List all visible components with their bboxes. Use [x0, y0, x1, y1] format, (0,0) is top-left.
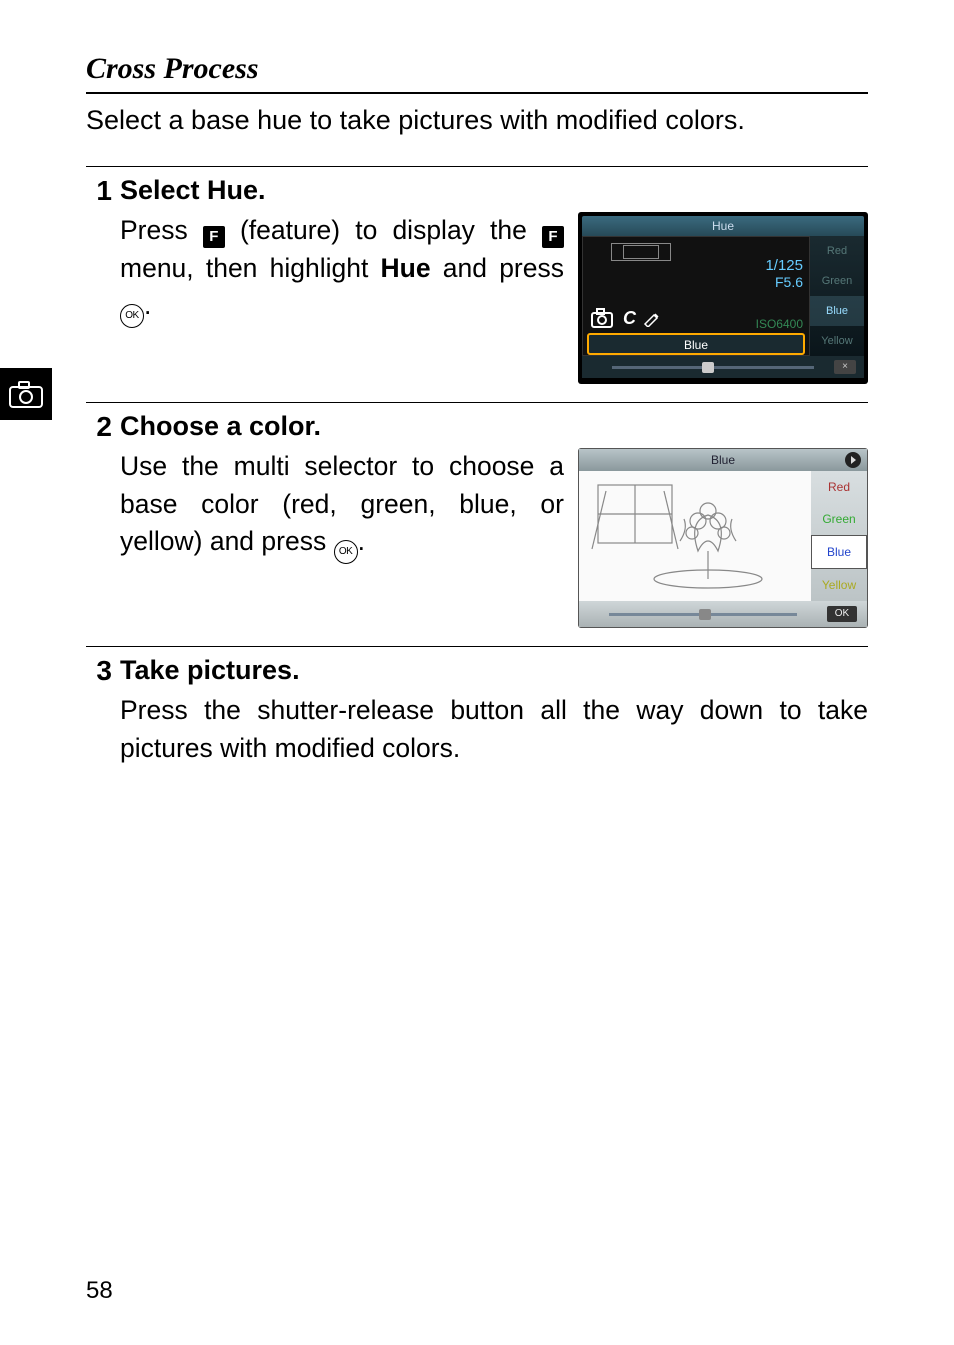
close-icon: ×	[834, 360, 856, 374]
hue-word: Hue	[381, 253, 431, 283]
step-title: Select Hue.	[120, 175, 868, 206]
step-number: 2	[86, 411, 120, 628]
step-3-text: Press the shutter-release button all the…	[120, 692, 868, 766]
slider-thumb-icon	[702, 362, 714, 373]
ok-icon: OK	[120, 304, 144, 328]
t: Press	[120, 215, 203, 245]
step-1: 1 Select Hue. Press F (feature) to displ…	[86, 166, 868, 384]
shutter-value: 1/125	[765, 257, 803, 274]
step-number: 3	[86, 655, 120, 766]
screenshot-color-select: Blue	[578, 448, 868, 628]
ok-badge: OK	[827, 606, 857, 622]
color-options-list: Red Green Blue Yellow	[811, 471, 867, 601]
section-heading: Cross Process	[86, 52, 868, 86]
hue-option-yellow: Yellow	[810, 326, 864, 356]
t: .	[144, 290, 151, 320]
intro-text: Select a base hue to take pictures with …	[86, 102, 868, 138]
color-option-red: Red	[811, 471, 867, 503]
step-3: 3 Take pictures. Press the shutter-relea…	[86, 646, 868, 766]
step-title: Choose a color.	[120, 411, 868, 442]
screenshot-hue-menu: Hue C 1/125	[578, 212, 868, 384]
step-number: 1	[86, 175, 120, 384]
play-icon	[845, 452, 861, 468]
preview-illustration	[579, 471, 811, 601]
heading-rule	[86, 92, 868, 94]
step-2: 2 Choose a color. Use the multi selector…	[86, 402, 868, 628]
t: menu, then highlight	[120, 253, 381, 283]
hue-options-list: Red Green Blue Yellow	[810, 236, 864, 356]
camera-icon	[9, 380, 43, 408]
ok-icon: OK	[334, 540, 358, 564]
step-title: Take pictures.	[120, 655, 868, 686]
creative-mode-icon: C	[591, 307, 660, 329]
iso-value: ISO6400	[756, 317, 803, 331]
aperture-value: F5.6	[765, 274, 803, 290]
feature-f-icon: F	[542, 226, 564, 248]
step-2-text: Use the multi selector to choose a base …	[120, 448, 564, 563]
page-number: 58	[86, 1277, 113, 1305]
t: .	[358, 526, 365, 556]
feature-f-icon: F	[203, 226, 225, 248]
step-1-text: Press F (feature) to display the F menu,…	[120, 212, 564, 327]
hue-option-green: Green	[810, 266, 864, 296]
section-tab-camera	[0, 368, 52, 420]
selected-hue-label: Blue	[587, 333, 805, 355]
scr1-title: Hue	[582, 216, 864, 236]
color-option-yellow: Yellow	[811, 569, 867, 601]
t: and press	[431, 253, 564, 283]
color-option-blue: Blue	[811, 535, 867, 569]
t: (feature) to display the	[225, 215, 542, 245]
hue-option-red: Red	[810, 236, 864, 266]
slider-thumb-icon	[699, 609, 711, 620]
focus-bracket-icon	[623, 245, 659, 259]
color-option-green: Green	[811, 503, 867, 535]
exposure-readout: 1/125 F5.6	[765, 257, 803, 290]
hue-option-blue: Blue	[810, 296, 864, 326]
scr2-title: Blue	[711, 453, 735, 467]
